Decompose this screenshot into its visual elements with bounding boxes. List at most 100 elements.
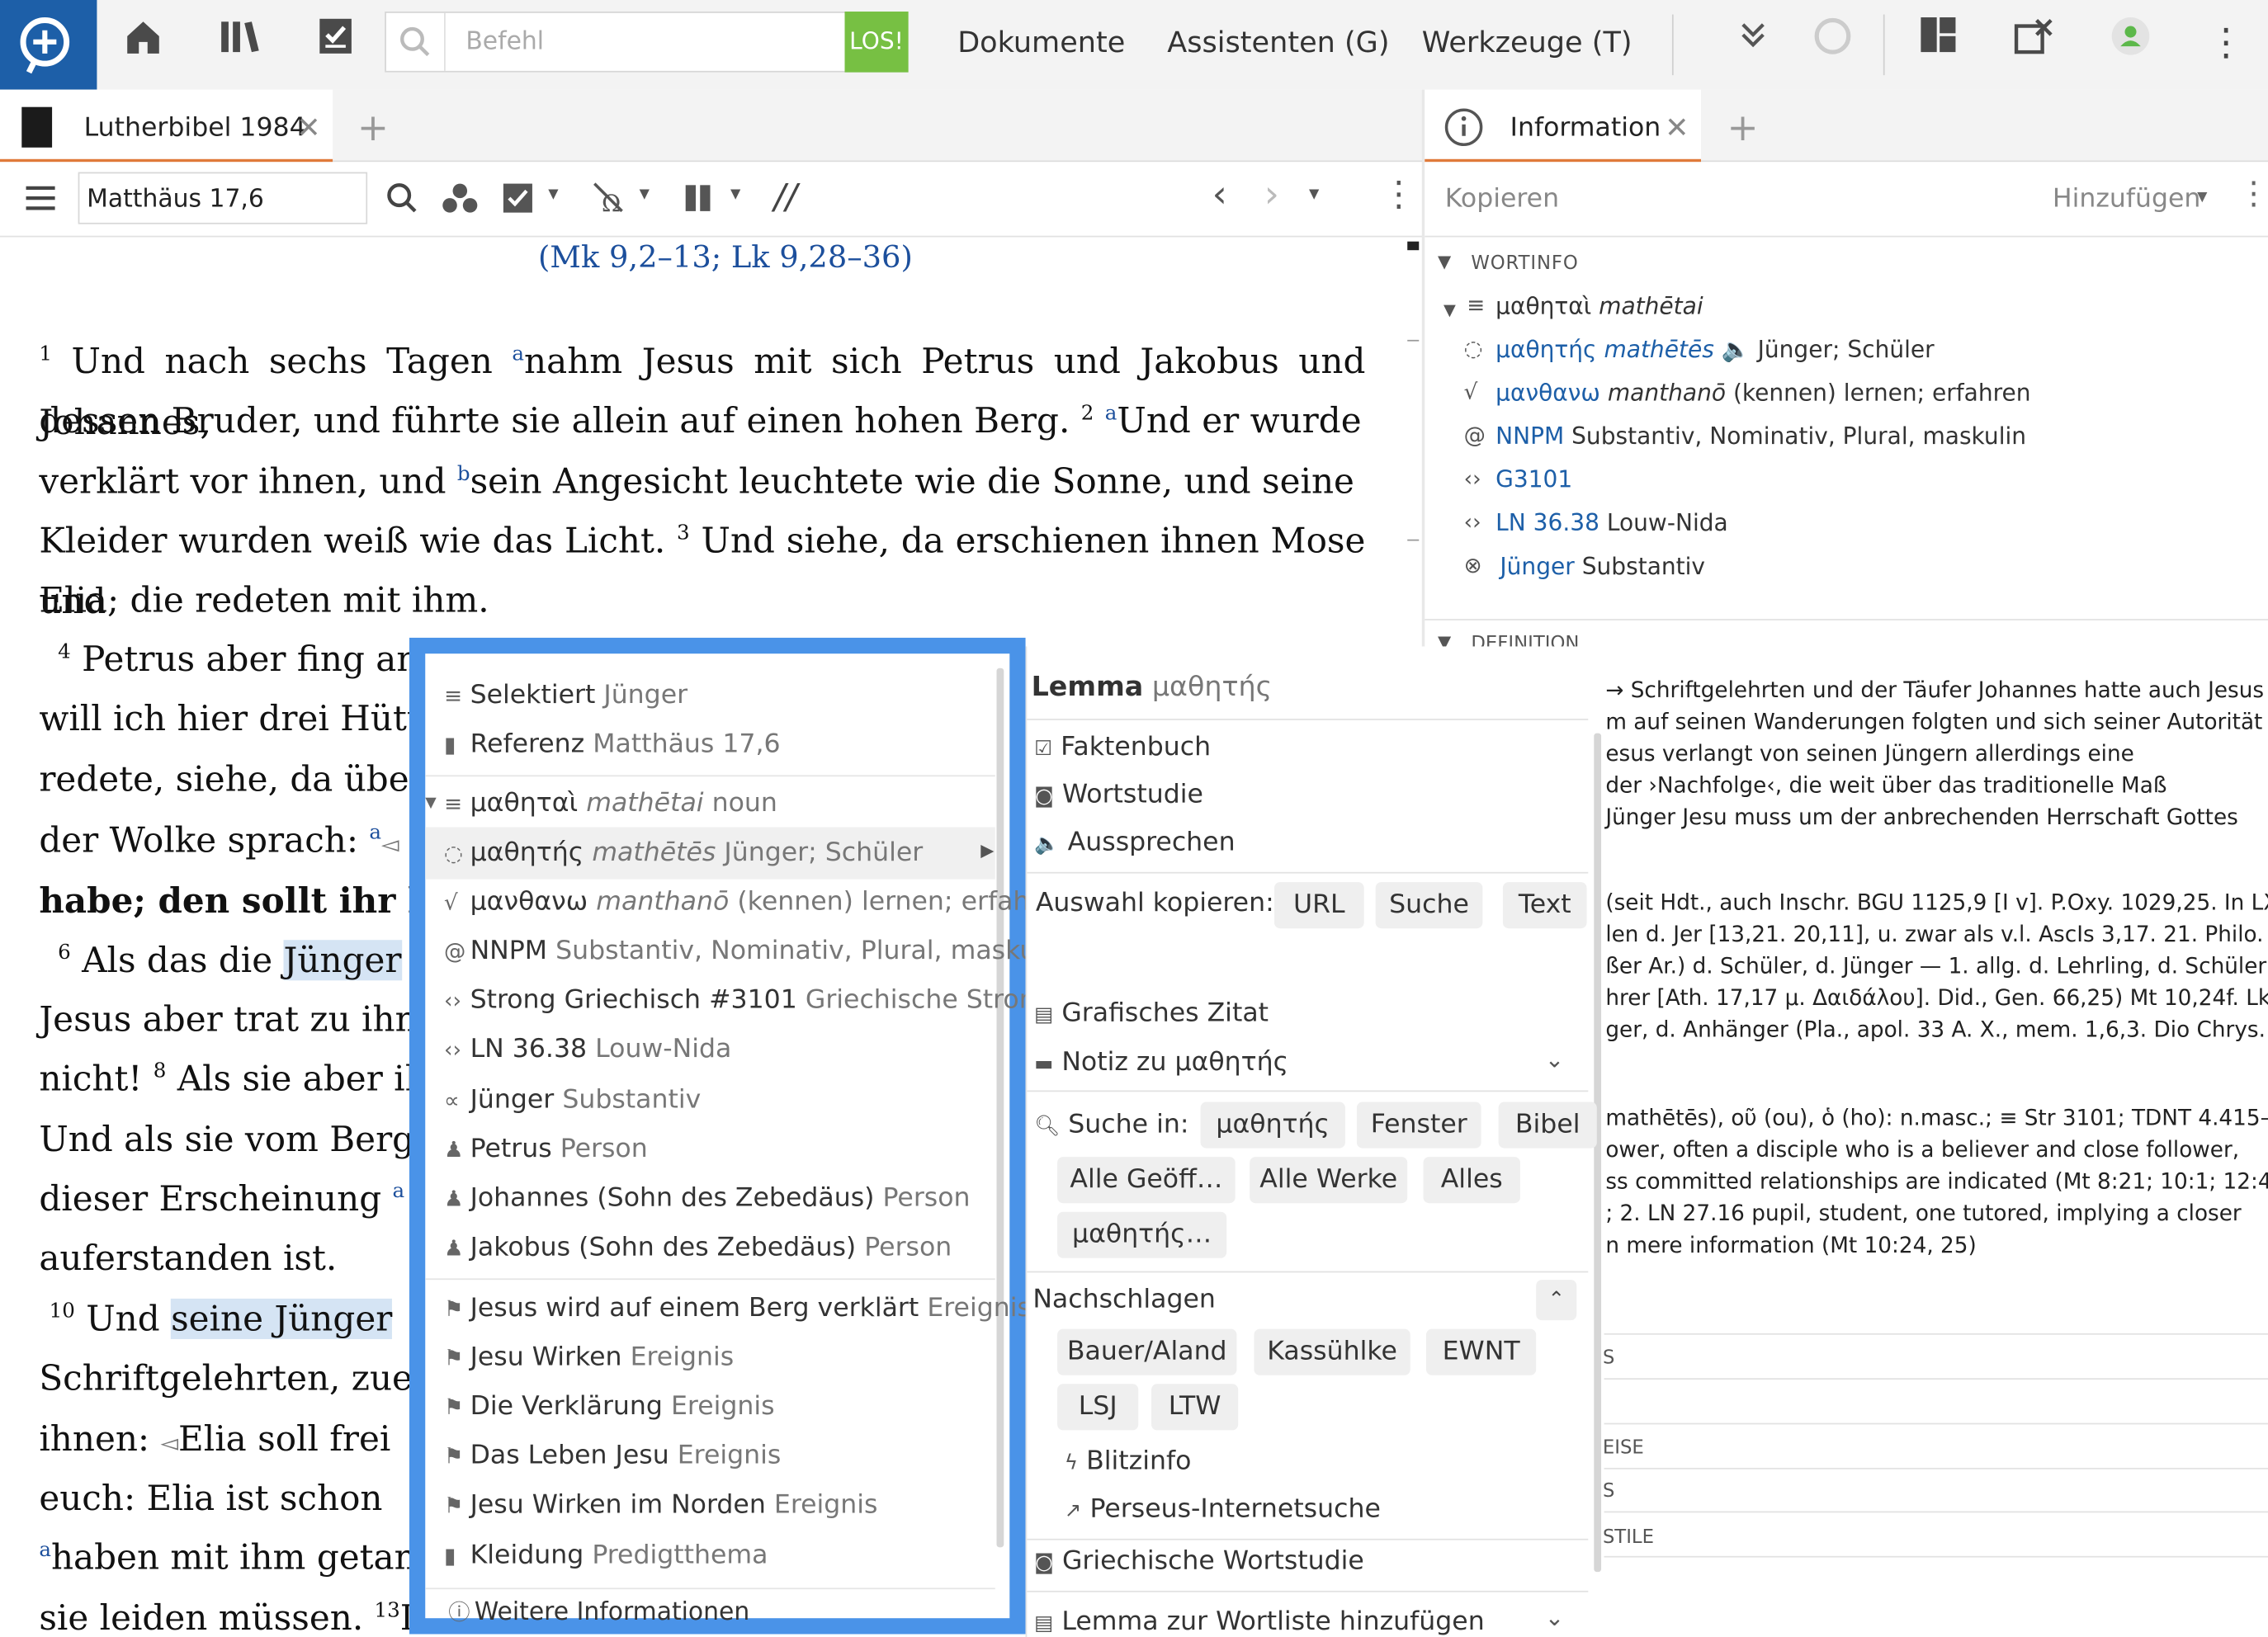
- go-button[interactable]: LOS!: [844, 12, 909, 73]
- expand-triangle-icon[interactable]: ▼: [425, 795, 437, 811]
- add-tab-icon[interactable]: +: [357, 107, 389, 151]
- menu-item-event[interactable]: ⚑ Jesus wird auf einem Berg verklärt Erei…: [444, 1293, 1031, 1323]
- menu-item-reference[interactable]: ▮ Referenz Matthäus 17,6: [444, 729, 781, 759]
- add-tab-icon[interactable]: +: [1727, 107, 1759, 151]
- search-all-open-button[interactable]: Alle Geöff…: [1057, 1157, 1236, 1204]
- faktenbuch-item[interactable]: ☑ Faktenbuch: [1034, 732, 1211, 762]
- info-sense[interactable]: Jünger Substantiv: [1500, 553, 1705, 580]
- info-morph[interactable]: NNPM Substantiv, Nominativ, Plural, mask…: [1495, 422, 2026, 450]
- search-icon[interactable]: [386, 182, 418, 220]
- checkbox-icon[interactable]: [502, 182, 534, 220]
- lookup-kassuehlke[interactable]: Kassühlke: [1254, 1328, 1410, 1375]
- lookup-header[interactable]: Nachschlagen: [1032, 1284, 1216, 1314]
- command-input[interactable]: Befehl: [465, 27, 544, 56]
- collapse-triangle-icon[interactable]: ▼: [1438, 252, 1451, 272]
- menu-item-lemma[interactable]: ◌ μαθητής mathētēs Jünger; Schüler: [444, 837, 923, 868]
- library-icon[interactable]: [215, 15, 265, 73]
- more-info-item[interactable]: ⓘ Weitere Informationen: [448, 1597, 749, 1627]
- double-chevron-down-icon[interactable]: [1728, 15, 1778, 73]
- search-bible-button[interactable]: Bibel: [1498, 1102, 1597, 1149]
- menu-item-topic[interactable]: ▮ Kleidung Predigtthema: [444, 1540, 768, 1571]
- chevron-down-icon[interactable]: ⌄: [1545, 1604, 1564, 1631]
- collapse-triangle-icon[interactable]: ▼: [1443, 301, 1456, 320]
- close-icon[interactable]: ✕: [296, 110, 320, 144]
- copy-search-button[interactable]: Suche: [1375, 882, 1483, 929]
- back-icon[interactable]: ‹: [1212, 173, 1227, 217]
- user-icon[interactable]: [2106, 15, 2156, 73]
- search-all-works-button[interactable]: Alle Werke: [1250, 1157, 1408, 1204]
- chevron-down-icon[interactable]: ▾: [640, 182, 650, 205]
- greek-wordstudy-item[interactable]: ◙ Griechische Wortstudie: [1034, 1546, 1364, 1577]
- section-collapsed[interactable]: S: [1603, 1347, 1614, 1369]
- collapse-up-icon[interactable]: ⌃: [1536, 1280, 1577, 1321]
- menu-item-event[interactable]: ⚑ Das Leben Jesu Ereignis: [444, 1441, 781, 1471]
- menu-dokumente[interactable]: Dokumente: [957, 25, 1125, 59]
- blitzinfo-item[interactable]: ϟ Blitzinfo: [1065, 1446, 1192, 1477]
- home-icon[interactable]: [119, 15, 168, 73]
- section-collapsed[interactable]: STILE: [1603, 1527, 1654, 1549]
- columns-icon[interactable]: [684, 184, 713, 219]
- more-vertical-icon[interactable]: ⋮: [2201, 15, 2251, 73]
- section-wortinfo[interactable]: WORTINFO: [1471, 253, 1578, 275]
- history-dropdown-icon[interactable]: ▾: [1309, 182, 1319, 205]
- tab-lutherbibel[interactable]: Lutherbibel 1984 ✕: [0, 89, 333, 163]
- search-lemma-button[interactable]: μαθητής: [1200, 1102, 1345, 1149]
- info-root[interactable]: μανθανω manthanō (kennen) lernen; erfahr…: [1495, 379, 2030, 406]
- note-item[interactable]: ▬ Notiz zu μαθητής: [1034, 1047, 1288, 1078]
- menu-assistenten[interactable]: Assistenten (G): [1167, 25, 1389, 59]
- checklist-icon[interactable]: [311, 15, 361, 73]
- info-lemma[interactable]: μαθητής mathētēs 🔈 Jünger; Schüler: [1495, 336, 1935, 363]
- perseus-item[interactable]: ↗ Perseus-Internetsuche: [1065, 1493, 1381, 1524]
- menu-item-morph[interactable]: @ NNPM Substantiv, Nominativ, Plural, mas…: [444, 936, 1067, 966]
- chevron-down-icon[interactable]: ▾: [548, 182, 558, 205]
- menu-item-sense[interactable]: ∝ Jünger Substantiv: [444, 1084, 701, 1115]
- chevron-down-icon[interactable]: ▾: [2197, 185, 2207, 208]
- menu-item-root[interactable]: √ μανθανω manthanō (kennen) lernen; erfah…: [444, 886, 1072, 917]
- people-icon[interactable]: [442, 182, 480, 220]
- section-collapsed[interactable]: S: [1603, 1481, 1614, 1503]
- hamburger-icon[interactable]: [25, 182, 57, 220]
- menu-item-event[interactable]: ⚑ Jesu Wirken im Norden Ereignis: [444, 1489, 877, 1520]
- add-button[interactable]: Hinzufügen: [2053, 184, 2201, 215]
- menu-item-person[interactable]: ♟ Jakobus (Sohn des Zebedäus) Person: [444, 1232, 952, 1262]
- menu-item-word[interactable]: ≡ μαθηταὶ mathētai noun: [444, 788, 777, 818]
- search-more-button[interactable]: μαθητής…: [1057, 1211, 1227, 1258]
- menu-item-event[interactable]: ⚑ Jesu Wirken Ereignis: [444, 1342, 734, 1372]
- search-all-button[interactable]: Alles: [1423, 1157, 1520, 1204]
- parallel-icon[interactable]: //: [774, 177, 797, 217]
- scrollbar[interactable]: [1400, 238, 1421, 644]
- reference-box[interactable]: Matthäus 17,6: [78, 172, 368, 224]
- command-box[interactable]: Befehl LOS!: [385, 12, 909, 73]
- graphic-quote-item[interactable]: ▤ Grafisches Zitat: [1034, 998, 1269, 1028]
- search-window-button[interactable]: Fenster: [1356, 1102, 1481, 1149]
- menu-item-selected[interactable]: ≡ Selektiert Jünger: [444, 680, 687, 710]
- copy-button[interactable]: Kopieren: [1445, 184, 1559, 215]
- info-louw-nida[interactable]: LN 36.38 Louw-Nida: [1495, 509, 1728, 536]
- section-collapsed[interactable]: EISE: [1603, 1437, 1644, 1459]
- menu-item-event[interactable]: ⚑ Die Verklärung Ereignis: [444, 1391, 775, 1422]
- chevron-down-icon[interactable]: ▾: [730, 182, 740, 205]
- lookup-lsj[interactable]: LSJ: [1057, 1384, 1139, 1431]
- wortstudie-item[interactable]: ◙ Wortstudie: [1034, 780, 1203, 810]
- lookup-ewnt[interactable]: EWNT: [1426, 1328, 1537, 1375]
- menu-item-person[interactable]: ♟ Johannes (Sohn des Zebedäus) Person: [444, 1183, 971, 1214]
- logos-logo[interactable]: [0, 0, 97, 90]
- add-to-wordlist-item[interactable]: ▤ Lemma zur Wortliste hinzufügen: [1034, 1606, 1485, 1637]
- forward-icon[interactable]: ›: [1264, 173, 1279, 217]
- chevron-down-icon[interactable]: ⌄: [1545, 1045, 1564, 1073]
- tab-information[interactable]: Information ✕: [1425, 89, 1701, 163]
- sync-icon[interactable]: [1808, 15, 1858, 73]
- parallel-reference[interactable]: (Mk 9,2–13; Lk 9,28–36): [538, 240, 913, 275]
- menu-item-strong[interactable]: ‹› Strong Griechisch #3101 Griechische St…: [444, 985, 1078, 1016]
- menu-item-person[interactable]: ♟ Petrus Person: [444, 1134, 648, 1164]
- close-panels-icon[interactable]: [2009, 15, 2058, 73]
- layout-icon[interactable]: [1914, 15, 1963, 73]
- close-icon[interactable]: ✕: [1665, 110, 1689, 144]
- aussprechen-item[interactable]: 🔈 Aussprechen: [1034, 828, 1236, 858]
- lookup-bauer-aland[interactable]: Bauer/Aland: [1057, 1328, 1237, 1375]
- actions-scrollbar[interactable]: [1594, 733, 1602, 1573]
- lookup-ltw[interactable]: LTW: [1151, 1384, 1239, 1431]
- menu-scrollbar[interactable]: [996, 668, 1004, 1548]
- info-strong[interactable]: G3101: [1495, 465, 1572, 493]
- reference-input[interactable]: Matthäus 17,6: [87, 185, 264, 214]
